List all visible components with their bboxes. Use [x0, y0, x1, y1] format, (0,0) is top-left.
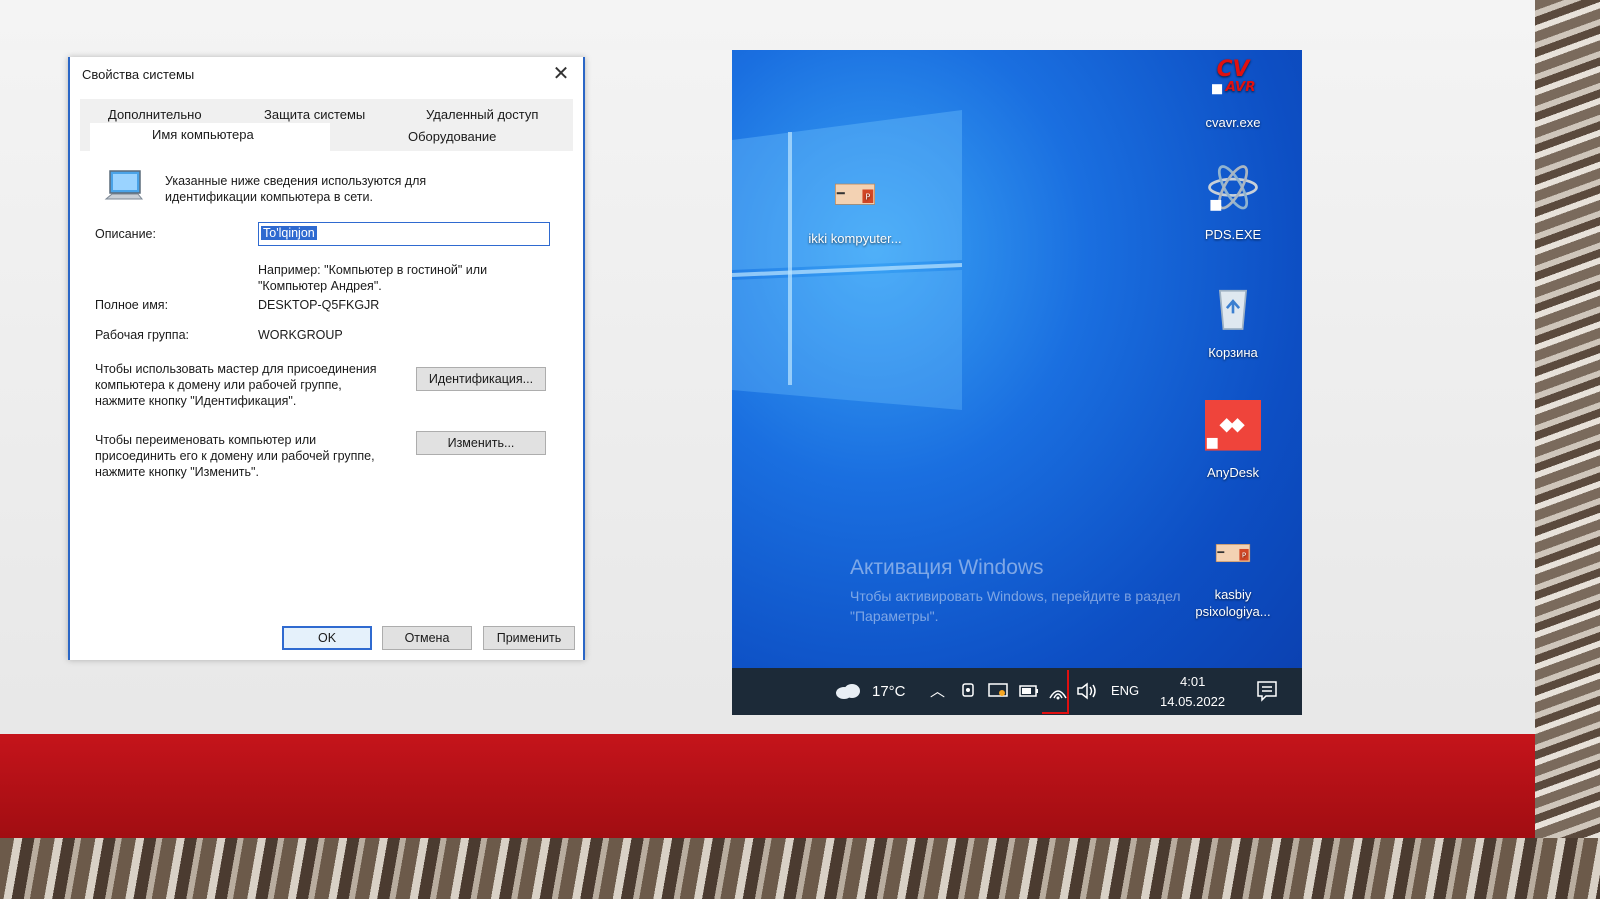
- notification-icon[interactable]: [1256, 680, 1280, 704]
- display-icon[interactable]: [988, 682, 1008, 700]
- system-properties-dialog: Свойства системы ✕ Дополнительно Защита …: [68, 57, 585, 660]
- weather-temperature[interactable]: 17°C: [872, 683, 906, 700]
- desktop-icon-pds[interactable]: PDS.EXE: [1178, 162, 1288, 243]
- computer-icon: [104, 170, 144, 200]
- desktop-icon-anydesk[interactable]: AnyDesk: [1178, 400, 1288, 481]
- battery-icon[interactable]: [1019, 684, 1039, 698]
- ok-button[interactable]: OK: [282, 626, 372, 650]
- taskbar: 17°C ︿ ENG 4:01 14.05.2022: [732, 668, 1302, 715]
- close-icon[interactable]: ✕: [549, 63, 573, 85]
- clock-time[interactable]: 4:01: [1180, 674, 1205, 689]
- desktop-icon-kasbiy-psixologiya[interactable]: P kasbiy psixologiya...: [1178, 542, 1288, 620]
- description-value: To'lqinjon: [261, 226, 317, 240]
- desktop-icon-recycle-bin[interactable]: Корзина: [1178, 282, 1288, 361]
- background-texture-right: [1535, 0, 1600, 899]
- description-example: Например: "Компьютер в гостиной" или "Ко…: [258, 263, 488, 293]
- identification-button[interactable]: Идентификация...: [416, 367, 546, 391]
- svg-text:CV: CV: [1217, 57, 1252, 82]
- desktop-icon-label: Корзина: [1208, 345, 1258, 360]
- identification-hint: Чтобы использовать мастер для присоедине…: [95, 362, 377, 408]
- windows-logo-wallpaper: [732, 110, 962, 410]
- activation-watermark: Активация Windows Чтобы активировать Win…: [850, 556, 1190, 626]
- intro-text: Указанные ниже сведения используются для…: [165, 174, 427, 204]
- desktop-icon-label: ikki kompyuter...: [808, 231, 902, 246]
- desktop-icon-label: AnyDesk: [1206, 465, 1260, 480]
- tab-hardware[interactable]: Оборудование: [408, 129, 496, 144]
- meet-now-icon[interactable]: [960, 682, 976, 700]
- dialog-title: Свойства системы: [82, 67, 195, 82]
- weather-cloud-icon[interactable]: [834, 682, 862, 700]
- recycle-bin-icon: [1218, 289, 1248, 330]
- anydesk-icon: [1205, 400, 1261, 451]
- fullname-value: DESKTOP-Q5FKGJR: [258, 298, 380, 312]
- description-label: Описание:: [95, 227, 156, 241]
- desktop-icon-cvavr[interactable]: CV AVR cvavr.exe: [1178, 54, 1288, 131]
- red-annotation-mark: [1042, 712, 1068, 714]
- rename-button[interactable]: Изменить...: [416, 431, 546, 455]
- tab-strip: Дополнительно Защита системы Удаленный д…: [80, 99, 573, 151]
- clock-date[interactable]: 14.05.2022: [1160, 694, 1225, 709]
- dialog-titlebar[interactable]: Свойства системы ✕: [70, 57, 583, 91]
- language-indicator[interactable]: ENG: [1111, 683, 1139, 698]
- chevron-up-icon[interactable]: ︿: [930, 680, 945, 701]
- computer-name-panel: Указанные ниже сведения используются для…: [80, 151, 573, 611]
- volume-icon[interactable]: [1076, 682, 1098, 700]
- apply-button[interactable]: Применить: [483, 626, 575, 650]
- desktop-icon-label: kasbiy psixologiya...: [1195, 587, 1271, 619]
- svg-text:P: P: [865, 192, 870, 202]
- red-annotation-mark: [1067, 670, 1069, 714]
- background-texture-bottom: [0, 838, 1600, 899]
- cvavr-icon: CV AVR: [1212, 57, 1256, 95]
- description-input[interactable]: To'lqinjon: [258, 222, 550, 246]
- tab-advanced[interactable]: Дополнительно: [108, 107, 202, 122]
- workgroup-value: WORKGROUP: [258, 328, 343, 342]
- rename-hint: Чтобы переименовать компьютер или присое…: [95, 433, 375, 479]
- windows-desktop: P ikki kompyuter... CV AVR cvavr.exe PDS…: [732, 50, 1302, 715]
- fullname-label: Полное имя:: [95, 298, 169, 312]
- svg-text:P: P: [1242, 552, 1246, 560]
- desktop-icon-ikki-kompyuter[interactable]: P ikki kompyuter...: [800, 180, 910, 247]
- desktop-icon-label: PDS.EXE: [1204, 227, 1262, 242]
- svg-text:AVR: AVR: [1224, 80, 1255, 95]
- slide-red-band: [0, 734, 1535, 838]
- cancel-button[interactable]: Отмена: [382, 626, 472, 650]
- powerpoint-file-icon: P: [1215, 544, 1251, 563]
- tab-remote-access[interactable]: Удаленный доступ: [426, 107, 538, 122]
- wifi-icon[interactable]: [1048, 682, 1068, 700]
- workgroup-label: Рабочая группа:: [95, 328, 190, 342]
- activation-text: Чтобы активировать Windows, перейдите в …: [850, 588, 1181, 624]
- pds-icon: [1208, 165, 1258, 211]
- tab-system-protection[interactable]: Защита системы: [264, 107, 365, 122]
- desktop-icon-label: cvavr.exe: [1205, 115, 1261, 130]
- tab-computer-name[interactable]: Имя компьютера: [152, 127, 254, 142]
- powerpoint-file-icon: P: [835, 183, 875, 205]
- activation-title: Активация Windows: [850, 556, 1044, 579]
